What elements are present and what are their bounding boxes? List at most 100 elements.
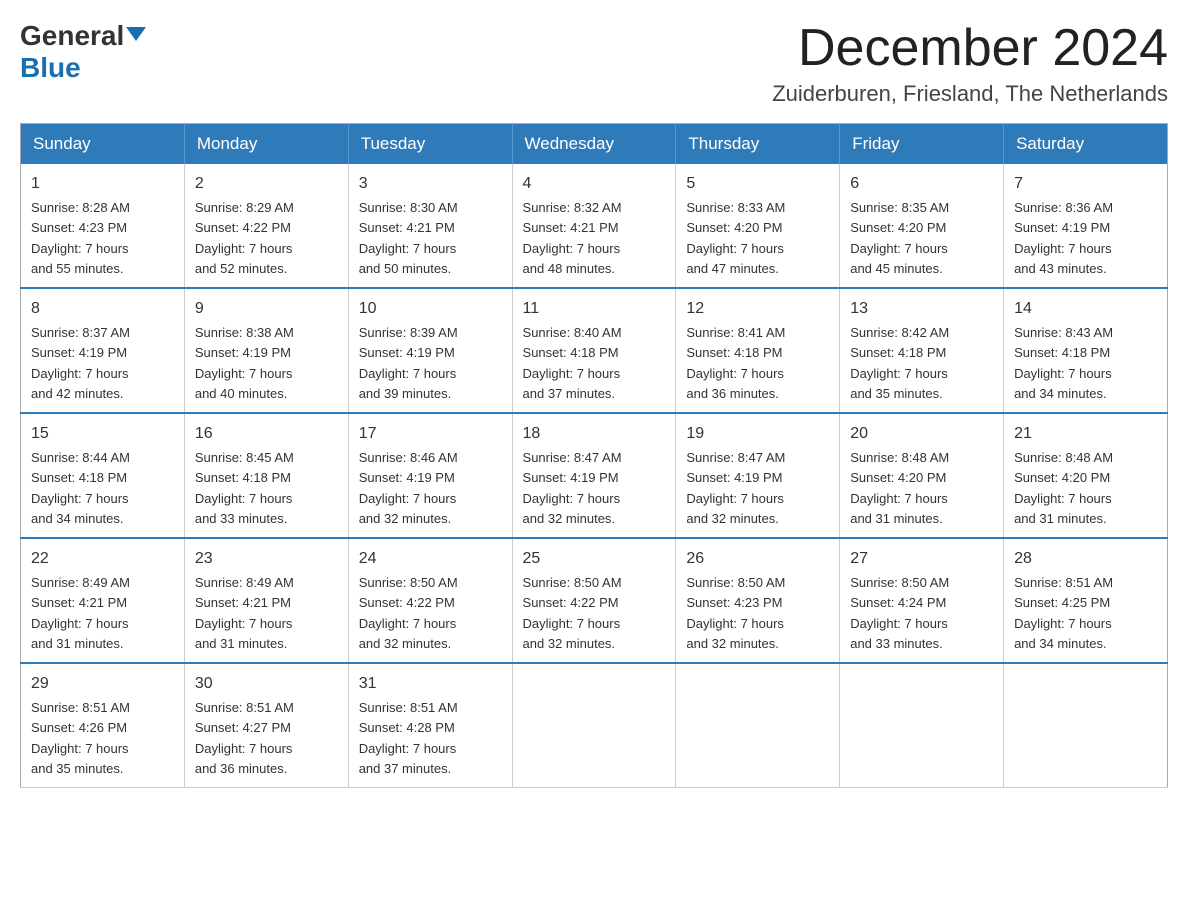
day-number: 28: [1014, 547, 1157, 571]
calendar-week-row: 8 Sunrise: 8:37 AMSunset: 4:19 PMDaylight…: [21, 288, 1168, 413]
day-number: 23: [195, 547, 338, 571]
day-number: 27: [850, 547, 993, 571]
weekday-header-tuesday: Tuesday: [348, 124, 512, 165]
day-number: 24: [359, 547, 502, 571]
calendar-day-cell: 17 Sunrise: 8:46 AMSunset: 4:19 PMDayligh…: [348, 413, 512, 538]
calendar-day-cell: 25Sunrise: 8:50 AMSunset: 4:22 PMDayligh…: [512, 538, 676, 663]
day-number: 21: [1014, 422, 1157, 446]
day-info: Sunrise: 8:46 AMSunset: 4:19 PMDaylight:…: [359, 450, 458, 526]
day-info: Sunrise: 8:37 AMSunset: 4:19 PMDaylight:…: [31, 325, 130, 401]
weekday-header-wednesday: Wednesday: [512, 124, 676, 165]
day-number: 22: [31, 547, 174, 571]
calendar-day-cell: 30 Sunrise: 8:51 AMSunset: 4:27 PMDayligh…: [184, 663, 348, 788]
logo: General Blue: [20, 20, 146, 84]
logo-blue-text: Blue: [20, 52, 81, 84]
logo-triangle-icon: [126, 27, 146, 41]
day-number: 4: [523, 172, 666, 196]
calendar-day-cell: 27 Sunrise: 8:50 AMSunset: 4:24 PMDayligh…: [840, 538, 1004, 663]
weekday-header-monday: Monday: [184, 124, 348, 165]
day-info: Sunrise: 8:39 AMSunset: 4:19 PMDaylight:…: [359, 325, 458, 401]
calendar-day-cell: 16 Sunrise: 8:45 AMSunset: 4:18 PMDayligh…: [184, 413, 348, 538]
calendar-day-cell: 3 Sunrise: 8:30 AMSunset: 4:21 PMDaylight…: [348, 164, 512, 288]
calendar-day-cell: 1 Sunrise: 8:28 AMSunset: 4:23 PMDaylight…: [21, 164, 185, 288]
day-info: Sunrise: 8:50 AMSunset: 4:22 PMDaylight:…: [359, 575, 458, 651]
day-info: Sunrise: 8:50 AMSunset: 4:24 PMDaylight:…: [850, 575, 949, 651]
day-info: Sunrise: 8:50 AMSunset: 4:23 PMDaylight:…: [686, 575, 785, 651]
calendar-day-cell: 20Sunrise: 8:48 AMSunset: 4:20 PMDayligh…: [840, 413, 1004, 538]
calendar-day-cell: 21 Sunrise: 8:48 AMSunset: 4:20 PMDayligh…: [1004, 413, 1168, 538]
weekday-header-friday: Friday: [840, 124, 1004, 165]
day-number: 1: [31, 172, 174, 196]
page-header: General Blue December 2024 Zuiderburen, …: [20, 20, 1168, 107]
calendar-day-cell: 29Sunrise: 8:51 AMSunset: 4:26 PMDayligh…: [21, 663, 185, 788]
calendar-empty-cell: [676, 663, 840, 788]
month-title: December 2024: [772, 20, 1168, 77]
day-info: Sunrise: 8:44 AMSunset: 4:18 PMDaylight:…: [31, 450, 130, 526]
calendar-day-cell: 5 Sunrise: 8:33 AMSunset: 4:20 PMDaylight…: [676, 164, 840, 288]
day-info: Sunrise: 8:33 AMSunset: 4:20 PMDaylight:…: [686, 200, 785, 276]
calendar-day-cell: 12Sunrise: 8:41 AMSunset: 4:18 PMDayligh…: [676, 288, 840, 413]
calendar-day-cell: 4 Sunrise: 8:32 AMSunset: 4:21 PMDaylight…: [512, 164, 676, 288]
day-number: 11: [523, 297, 666, 321]
day-info: Sunrise: 8:28 AMSunset: 4:23 PMDaylight:…: [31, 200, 130, 276]
day-info: Sunrise: 8:35 AMSunset: 4:20 PMDaylight:…: [850, 200, 949, 276]
day-info: Sunrise: 8:51 AMSunset: 4:27 PMDaylight:…: [195, 700, 294, 776]
calendar-day-cell: 24 Sunrise: 8:50 AMSunset: 4:22 PMDayligh…: [348, 538, 512, 663]
day-number: 12: [686, 297, 829, 321]
calendar-day-cell: 22 Sunrise: 8:49 AMSunset: 4:21 PMDayligh…: [21, 538, 185, 663]
title-section: December 2024 Zuiderburen, Friesland, Th…: [772, 20, 1168, 107]
day-number: 2: [195, 172, 338, 196]
day-info: Sunrise: 8:38 AMSunset: 4:19 PMDaylight:…: [195, 325, 294, 401]
day-number: 5: [686, 172, 829, 196]
day-info: Sunrise: 8:51 AMSunset: 4:26 PMDaylight:…: [31, 700, 130, 776]
day-number: 17: [359, 422, 502, 446]
day-number: 6: [850, 172, 993, 196]
day-info: Sunrise: 8:32 AMSunset: 4:21 PMDaylight:…: [523, 200, 622, 276]
calendar-day-cell: 9 Sunrise: 8:38 AMSunset: 4:19 PMDaylight…: [184, 288, 348, 413]
weekday-header-saturday: Saturday: [1004, 124, 1168, 165]
calendar-week-row: 15Sunrise: 8:44 AMSunset: 4:18 PMDayligh…: [21, 413, 1168, 538]
day-number: 13: [850, 297, 993, 321]
weekday-header-sunday: Sunday: [21, 124, 185, 165]
calendar-day-cell: 8 Sunrise: 8:37 AMSunset: 4:19 PMDaylight…: [21, 288, 185, 413]
day-info: Sunrise: 8:47 AMSunset: 4:19 PMDaylight:…: [523, 450, 622, 526]
calendar-day-cell: 15Sunrise: 8:44 AMSunset: 4:18 PMDayligh…: [21, 413, 185, 538]
calendar-day-cell: 11Sunrise: 8:40 AMSunset: 4:18 PMDayligh…: [512, 288, 676, 413]
day-number: 19: [686, 422, 829, 446]
day-number: 26: [686, 547, 829, 571]
day-info: Sunrise: 8:42 AMSunset: 4:18 PMDaylight:…: [850, 325, 949, 401]
day-info: Sunrise: 8:50 AMSunset: 4:22 PMDaylight:…: [523, 575, 622, 651]
weekday-header-thursday: Thursday: [676, 124, 840, 165]
calendar-day-cell: 18Sunrise: 8:47 AMSunset: 4:19 PMDayligh…: [512, 413, 676, 538]
day-number: 16: [195, 422, 338, 446]
calendar-header-row: SundayMondayTuesdayWednesdayThursdayFrid…: [21, 124, 1168, 165]
day-number: 30: [195, 672, 338, 696]
day-info: Sunrise: 8:48 AMSunset: 4:20 PMDaylight:…: [1014, 450, 1113, 526]
day-info: Sunrise: 8:45 AMSunset: 4:18 PMDaylight:…: [195, 450, 294, 526]
day-number: 10: [359, 297, 502, 321]
calendar-table: SundayMondayTuesdayWednesdayThursdayFrid…: [20, 123, 1168, 788]
day-number: 3: [359, 172, 502, 196]
calendar-empty-cell: [1004, 663, 1168, 788]
day-number: 20: [850, 422, 993, 446]
day-number: 9: [195, 297, 338, 321]
calendar-day-cell: 13 Sunrise: 8:42 AMSunset: 4:18 PMDayligh…: [840, 288, 1004, 413]
day-number: 8: [31, 297, 174, 321]
day-info: Sunrise: 8:30 AMSunset: 4:21 PMDaylight:…: [359, 200, 458, 276]
calendar-day-cell: 19 Sunrise: 8:47 AMSunset: 4:19 PMDayligh…: [676, 413, 840, 538]
calendar-day-cell: 7Sunrise: 8:36 AMSunset: 4:19 PMDaylight…: [1004, 164, 1168, 288]
day-info: Sunrise: 8:49 AMSunset: 4:21 PMDaylight:…: [31, 575, 130, 651]
calendar-day-cell: 10 Sunrise: 8:39 AMSunset: 4:19 PMDayligh…: [348, 288, 512, 413]
calendar-week-row: 1 Sunrise: 8:28 AMSunset: 4:23 PMDaylight…: [21, 164, 1168, 288]
calendar-week-row: 29Sunrise: 8:51 AMSunset: 4:26 PMDayligh…: [21, 663, 1168, 788]
day-info: Sunrise: 8:43 AMSunset: 4:18 PMDaylight:…: [1014, 325, 1113, 401]
day-number: 31: [359, 672, 502, 696]
day-info: Sunrise: 8:51 AMSunset: 4:28 PMDaylight:…: [359, 700, 458, 776]
day-number: 14: [1014, 297, 1157, 321]
day-info: Sunrise: 8:47 AMSunset: 4:19 PMDaylight:…: [686, 450, 785, 526]
calendar-day-cell: 26 Sunrise: 8:50 AMSunset: 4:23 PMDayligh…: [676, 538, 840, 663]
day-info: Sunrise: 8:29 AMSunset: 4:22 PMDaylight:…: [195, 200, 294, 276]
calendar-empty-cell: [512, 663, 676, 788]
calendar-week-row: 22 Sunrise: 8:49 AMSunset: 4:21 PMDayligh…: [21, 538, 1168, 663]
calendar-day-cell: 23Sunrise: 8:49 AMSunset: 4:21 PMDayligh…: [184, 538, 348, 663]
